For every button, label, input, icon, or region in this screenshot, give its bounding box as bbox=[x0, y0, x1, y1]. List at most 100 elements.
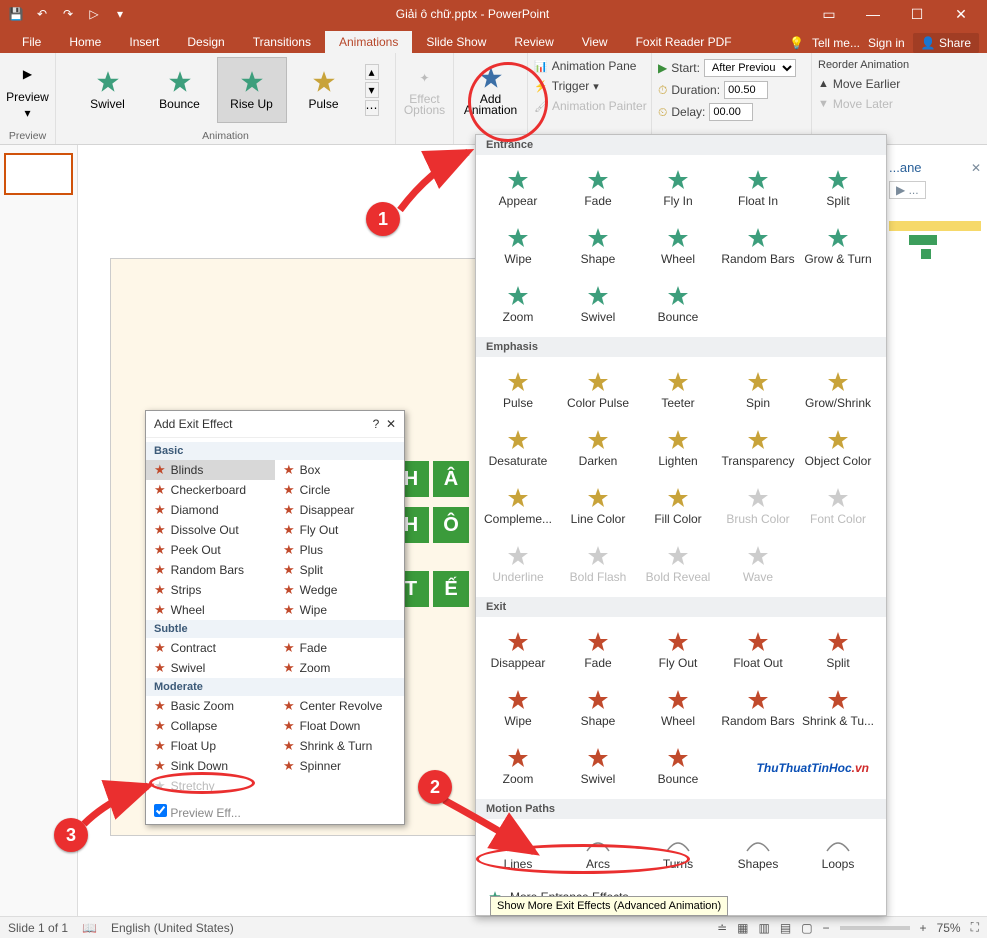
effect-shape[interactable]: Shape bbox=[558, 679, 638, 737]
dialog-close-icon[interactable]: ✕ bbox=[386, 417, 396, 431]
minimize-icon[interactable]: — bbox=[853, 0, 893, 28]
dialog-help-icon[interactable]: ? bbox=[373, 417, 380, 431]
start-icon[interactable]: ▷ bbox=[86, 6, 102, 22]
effect-fade[interactable]: ★Fade bbox=[275, 638, 404, 658]
effect-checkerboard[interactable]: ★Checkerboard bbox=[146, 480, 275, 500]
effect-disappear[interactable]: ★Disappear bbox=[275, 500, 404, 520]
view-slideshow-icon[interactable]: ▢ bbox=[801, 921, 812, 935]
start-select[interactable]: After Previous bbox=[704, 59, 796, 77]
effect-diamond[interactable]: ★Diamond bbox=[146, 500, 275, 520]
slide-thumbnail[interactable] bbox=[4, 153, 73, 195]
effect-disappear[interactable]: Disappear bbox=[478, 621, 558, 679]
effect-color-pulse[interactable]: Color Pulse bbox=[558, 361, 638, 419]
move-later-button[interactable]: ▼ Move Later bbox=[818, 97, 893, 111]
letter-box[interactable]: Ế bbox=[433, 571, 469, 607]
animation-painter-button[interactable]: 🖌 Animation Painter bbox=[534, 99, 647, 113]
effect-pulse[interactable]: Pulse bbox=[478, 361, 558, 419]
spellcheck-icon[interactable]: 📖 bbox=[82, 921, 97, 935]
effect-float-out[interactable]: Float Out bbox=[718, 621, 798, 679]
view-reading-icon[interactable]: ▤ bbox=[780, 921, 791, 935]
effect-circle[interactable]: ★Circle bbox=[275, 480, 404, 500]
effect-desaturate[interactable]: Desaturate bbox=[478, 419, 558, 477]
gallery-riseup[interactable]: Rise Up bbox=[217, 57, 287, 123]
preview-effect-checkbox[interactable]: Preview Eff... bbox=[154, 806, 241, 820]
effect-bounce[interactable]: Bounce bbox=[638, 275, 718, 333]
zoom-slider[interactable] bbox=[840, 926, 910, 930]
effect-swivel[interactable]: Swivel bbox=[558, 275, 638, 333]
tellme-text[interactable]: Tell me... bbox=[812, 36, 860, 50]
effect-fly-out[interactable]: Fly Out bbox=[638, 621, 718, 679]
effect-zoom[interactable]: ★Zoom bbox=[275, 658, 404, 678]
zoom-level[interactable]: 75% bbox=[937, 921, 961, 935]
effect-line-color[interactable]: Line Color bbox=[558, 477, 638, 535]
signin-link[interactable]: Sign in bbox=[868, 36, 905, 50]
motion-turns[interactable]: Turns bbox=[638, 823, 718, 881]
notes-button[interactable]: ≐ bbox=[717, 921, 727, 935]
tellme-icon[interactable]: 💡 bbox=[789, 36, 804, 50]
effect-wheel[interactable]: Wheel bbox=[638, 679, 718, 737]
effect-object-color[interactable]: Object Color bbox=[798, 419, 878, 477]
effect-fly-in[interactable]: Fly In bbox=[638, 159, 718, 217]
effect-split[interactable]: Split bbox=[798, 159, 878, 217]
effect-zoom[interactable]: Zoom bbox=[478, 737, 558, 795]
add-animation-button[interactable]: Add Animation bbox=[463, 57, 519, 123]
effect-float-up[interactable]: ★Float Up bbox=[146, 736, 275, 756]
effect-options-button[interactable]: ✦ Effect Options bbox=[397, 57, 453, 123]
effect-random-bars[interactable]: ★Random Bars bbox=[146, 560, 275, 580]
close-icon[interactable]: ✕ bbox=[941, 0, 981, 28]
effect-wheel[interactable]: ★Wheel bbox=[146, 600, 275, 620]
redo-icon[interactable]: ↷ bbox=[60, 6, 76, 22]
effect-center-revolve[interactable]: ★Center Revolve bbox=[275, 696, 404, 716]
qat-more-icon[interactable]: ▾ bbox=[112, 6, 128, 22]
effect-wedge[interactable]: ★Wedge bbox=[275, 580, 404, 600]
pane-item[interactable] bbox=[889, 221, 981, 231]
tab-review[interactable]: Review bbox=[500, 31, 567, 53]
gallery-swivel[interactable]: Swivel bbox=[73, 57, 143, 123]
effect-swivel[interactable]: ★Swivel bbox=[146, 658, 275, 678]
effect-plus[interactable]: ★Plus bbox=[275, 540, 404, 560]
effect-fill-color[interactable]: Fill Color bbox=[638, 477, 718, 535]
effect-teeter[interactable]: Teeter bbox=[638, 361, 718, 419]
tab-slideshow[interactable]: Slide Show bbox=[412, 31, 500, 53]
effect-shrink-turn[interactable]: ★Shrink & Turn bbox=[275, 736, 404, 756]
effect-appear[interactable]: Appear bbox=[478, 159, 558, 217]
effect-grow-shrink[interactable]: Grow/Shrink bbox=[798, 361, 878, 419]
motion-lines[interactable]: Lines bbox=[478, 823, 558, 881]
effect-spin[interactable]: Spin bbox=[718, 361, 798, 419]
tab-insert[interactable]: Insert bbox=[115, 31, 173, 53]
effect-zoom[interactable]: Zoom bbox=[478, 275, 558, 333]
effect-bounce[interactable]: Bounce bbox=[638, 737, 718, 795]
effect-lighten[interactable]: Lighten bbox=[638, 419, 718, 477]
effect-shape[interactable]: Shape bbox=[558, 217, 638, 275]
effect-contract[interactable]: ★Contract bbox=[146, 638, 275, 658]
effect-spinner[interactable]: ★Spinner bbox=[275, 756, 404, 776]
save-icon[interactable]: 💾 bbox=[8, 6, 24, 22]
motion-shapes[interactable]: Shapes bbox=[718, 823, 798, 881]
effect-peek-out[interactable]: ★Peek Out bbox=[146, 540, 275, 560]
language-status[interactable]: English (United States) bbox=[111, 921, 234, 935]
effect-collapse[interactable]: ★Collapse bbox=[146, 716, 275, 736]
effect-box[interactable]: ★Box bbox=[275, 460, 404, 480]
tab-home[interactable]: Home bbox=[55, 31, 115, 53]
effect-wipe[interactable]: Wipe bbox=[478, 679, 558, 737]
effect-swivel[interactable]: Swivel bbox=[558, 737, 638, 795]
duration-input[interactable] bbox=[724, 81, 768, 99]
effect-darken[interactable]: Darken bbox=[558, 419, 638, 477]
effect-wipe[interactable]: Wipe bbox=[478, 217, 558, 275]
effect-wipe[interactable]: ★Wipe bbox=[275, 600, 404, 620]
tab-animations[interactable]: Animations bbox=[325, 31, 412, 53]
animation-pane-button[interactable]: 📊 Animation Pane bbox=[534, 59, 636, 73]
effect-fade[interactable]: Fade bbox=[558, 159, 638, 217]
delay-input[interactable] bbox=[709, 103, 753, 121]
maximize-icon[interactable]: ☐ bbox=[897, 0, 937, 28]
view-normal-icon[interactable]: ▦ bbox=[737, 921, 748, 935]
share-button[interactable]: 👤 Share bbox=[913, 33, 979, 53]
tab-file[interactable]: File bbox=[8, 31, 55, 53]
effect-fly-out[interactable]: ★Fly Out bbox=[275, 520, 404, 540]
play-button[interactable]: ▶ ... bbox=[889, 181, 926, 199]
move-earlier-button[interactable]: ▲ Move Earlier bbox=[818, 77, 900, 91]
pane-item[interactable] bbox=[909, 235, 937, 245]
zoom-in-icon[interactable]: + bbox=[920, 921, 927, 935]
effect-strips[interactable]: ★Strips bbox=[146, 580, 275, 600]
preview-button[interactable]: ▶ Preview ▾ bbox=[0, 57, 56, 123]
